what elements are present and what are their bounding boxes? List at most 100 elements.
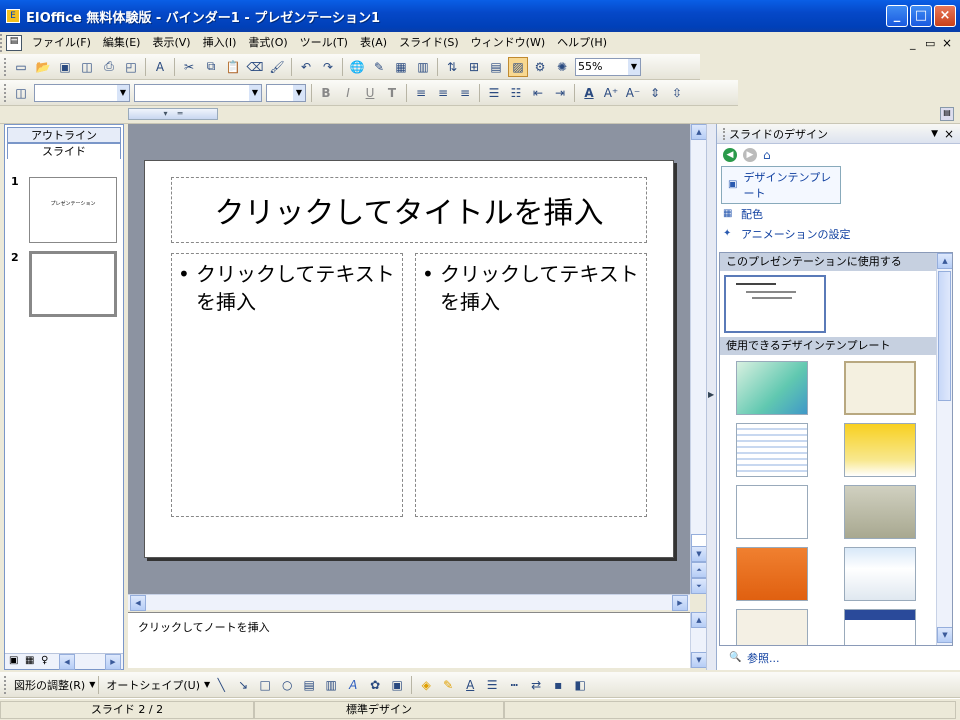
- arrow-icon[interactable]: ↘: [233, 675, 253, 695]
- slideshow-view-icon[interactable]: ♀: [41, 655, 48, 666]
- arrow-style-icon[interactable]: ⇄: [526, 675, 546, 695]
- wordart-icon[interactable]: A: [343, 675, 363, 695]
- increase-font-icon[interactable]: A⁺: [601, 83, 621, 103]
- maximize-button[interactable]: □: [910, 5, 932, 27]
- link-color-schemes[interactable]: ▦ 配色: [717, 204, 960, 224]
- vertical-textbox-icon[interactable]: ▥: [321, 675, 341, 695]
- task-pane-close-icon[interactable]: ×: [944, 127, 954, 141]
- scroll-up-button[interactable]: ▲: [691, 124, 707, 140]
- slide-hscroll[interactable]: ◀ ▶: [128, 594, 690, 611]
- paragraph-spacing-icon[interactable]: ⇳: [667, 83, 687, 103]
- template-current[interactable]: [724, 275, 826, 333]
- menu-view[interactable]: 表示(V): [146, 32, 196, 54]
- line-icon[interactable]: ╲: [211, 675, 231, 695]
- ruler-options-icon[interactable]: ▤: [940, 107, 954, 121]
- bullets-icon[interactable]: ☷: [506, 83, 526, 103]
- line-spacing-icon[interactable]: ⇕: [645, 83, 665, 103]
- scroll-thumb[interactable]: [938, 271, 951, 401]
- rectangle-icon[interactable]: □: [255, 675, 275, 695]
- slide-show-icon[interactable]: ▤: [486, 57, 506, 77]
- font-color-icon[interactable]: A: [579, 83, 599, 103]
- scroll-right-button[interactable]: ▶: [105, 654, 121, 670]
- slide-vscroll[interactable]: ▲ ▼ ⏶ ⏷: [690, 124, 707, 594]
- undo-icon[interactable]: ↶: [296, 57, 316, 77]
- link-design-templates[interactable]: ▣ デザインテンプレート: [721, 166, 841, 204]
- template-thumb[interactable]: [736, 423, 808, 477]
- scroll-left-button[interactable]: ◀: [130, 595, 146, 611]
- prev-slide-button[interactable]: ⏶: [691, 562, 707, 578]
- notes-vscroll[interactable]: ▲ ▼: [690, 612, 707, 668]
- normal-view-icon[interactable]: ▣: [9, 655, 18, 666]
- menu-table[interactable]: 表(A): [354, 32, 393, 54]
- close-button[interactable]: ×: [934, 5, 956, 27]
- decrease-font-icon[interactable]: A⁻: [623, 83, 643, 103]
- scroll-right-button[interactable]: ▶: [672, 595, 688, 611]
- next-slide-button[interactable]: ⏷: [691, 578, 707, 594]
- right-content-placeholder[interactable]: • クリックしてテキストを挿入: [415, 253, 647, 517]
- link-animation-schemes[interactable]: ✦ アニメーションの設定: [717, 224, 960, 244]
- menu-insert[interactable]: 挿入(I): [197, 32, 243, 54]
- back-icon[interactable]: ◀: [723, 148, 737, 162]
- menu-window[interactable]: ウィンドウ(W): [465, 32, 551, 54]
- align-right-icon[interactable]: ≡: [455, 83, 475, 103]
- scroll-down-button[interactable]: ▼: [691, 546, 707, 562]
- forward-icon[interactable]: ▶: [743, 148, 757, 162]
- textbox-icon[interactable]: ▤: [299, 675, 319, 695]
- shadow-icon[interactable]: T: [382, 83, 402, 103]
- gallery-vscroll[interactable]: ▲ ▼: [936, 253, 952, 645]
- template-thumb[interactable]: [736, 361, 808, 415]
- collapse-icon[interactable]: ▶: [708, 390, 714, 399]
- hyperlink-icon[interactable]: 🌐: [347, 57, 367, 77]
- doc-restore-button[interactable]: ▭: [925, 37, 935, 50]
- new-icon[interactable]: ▭: [11, 57, 31, 77]
- align-left-icon[interactable]: ≡: [411, 83, 431, 103]
- slide-thumbnail-1[interactable]: プレゼンテーション: [29, 177, 117, 243]
- decrease-indent-icon[interactable]: ⇤: [528, 83, 548, 103]
- oval-icon[interactable]: ○: [277, 675, 297, 695]
- increase-indent-icon[interactable]: ⇥: [550, 83, 570, 103]
- 3d-icon[interactable]: ◧: [570, 675, 590, 695]
- menu-file[interactable]: ファイル(F): [26, 32, 97, 54]
- slide-thumbnail-2[interactable]: [29, 251, 117, 317]
- autoshape-menu[interactable]: オートシェイプ(U): [102, 677, 204, 693]
- grid-icon[interactable]: ▨: [508, 56, 528, 77]
- spelling-icon[interactable]: A: [150, 57, 170, 77]
- minimize-button[interactable]: _: [886, 5, 908, 27]
- expand-icon[interactable]: ⊞: [464, 57, 484, 77]
- dash-style-icon[interactable]: ┅: [504, 675, 524, 695]
- template-thumb[interactable]: [844, 485, 916, 539]
- home-icon[interactable]: ⌂: [763, 148, 771, 162]
- insert-table-icon[interactable]: ▦: [391, 57, 411, 77]
- template-thumb[interactable]: [844, 609, 916, 645]
- scroll-up-button[interactable]: ▲: [691, 612, 707, 628]
- task-pane-menu-icon[interactable]: ▼: [931, 129, 938, 139]
- adjust-shapes-menu[interactable]: 図形の調整(R): [10, 677, 89, 693]
- edit-icon[interactable]: ✎: [369, 57, 389, 77]
- shadow-icon[interactable]: ▪: [548, 675, 568, 695]
- clear-icon[interactable]: ⌫: [245, 57, 265, 77]
- picture-icon[interactable]: ▣: [387, 675, 407, 695]
- ruler-toggle[interactable]: ▾ ═: [128, 108, 218, 120]
- zoom-select[interactable]: 55% ▼: [575, 57, 641, 76]
- clipart-icon[interactable]: ✿: [365, 675, 385, 695]
- text-direction-icon[interactable]: ⇅: [442, 57, 462, 77]
- font-size-select[interactable]: ▼: [266, 83, 306, 102]
- slide-canvas[interactable]: クリックしてタイトルを挿入 • クリックしてテキストを挿入 • クリックしてテキ…: [144, 160, 674, 558]
- fill-color-icon[interactable]: ◈: [416, 675, 436, 695]
- line-color-icon[interactable]: ✎: [438, 675, 458, 695]
- open-icon[interactable]: 📂: [33, 57, 53, 77]
- align-center-icon[interactable]: ≡: [433, 83, 453, 103]
- title-placeholder[interactable]: クリックしてタイトルを挿入: [171, 177, 647, 243]
- numbering-icon[interactable]: ☰: [484, 83, 504, 103]
- sorter-view-icon[interactable]: ▦: [25, 655, 34, 666]
- template-thumb[interactable]: [736, 547, 808, 601]
- scroll-down-button[interactable]: ▼: [691, 652, 707, 668]
- line-style-icon[interactable]: ☰: [482, 675, 502, 695]
- doc-icon[interactable]: ▤: [6, 35, 22, 51]
- template-thumb[interactable]: [736, 485, 808, 539]
- format-painter-icon[interactable]: 🖌: [267, 57, 287, 77]
- browse-link[interactable]: 🔍 参照...: [723, 648, 786, 668]
- doc-close-button[interactable]: ×: [942, 36, 952, 50]
- paste-icon[interactable]: 📋: [223, 57, 243, 77]
- font-select[interactable]: ▼: [134, 83, 262, 102]
